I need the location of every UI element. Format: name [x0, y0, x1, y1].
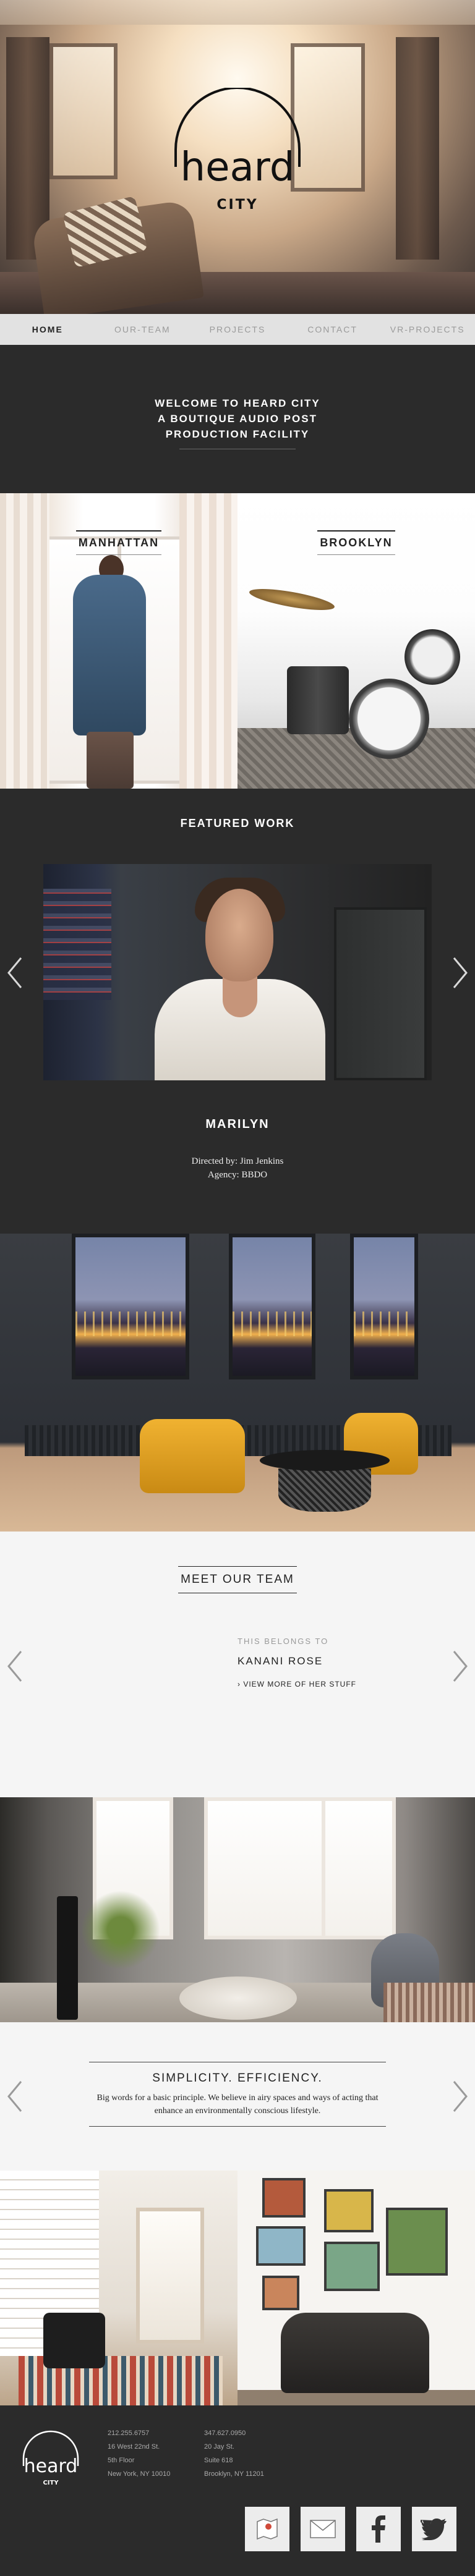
loft-photo — [0, 1797, 475, 2022]
person-photo — [73, 575, 146, 735]
logo[interactable]: heard CITY — [163, 88, 312, 224]
chevron-left-icon[interactable] — [6, 2079, 24, 2114]
chevron-right-icon[interactable] — [451, 955, 469, 990]
simplicity-heading: SIMPLICITY. EFFICIENCY. — [152, 2072, 323, 2085]
chevron-right-icon[interactable] — [451, 2079, 469, 2114]
project-title: MARILYN — [205, 1117, 270, 1131]
location-label-manhattan: MANHATTAN — [75, 530, 162, 555]
team-section: MEET OUR TEAM THIS BELONGS TO KANANI ROS… — [0, 1532, 475, 1797]
welcome-section: WELCOME TO HEARD CITY A BOUTIQUE AUDIO P… — [0, 345, 475, 493]
view-more-link[interactable]: › VIEW MORE OF HER STUFF — [238, 1680, 356, 1688]
chevron-left-icon[interactable] — [6, 955, 24, 990]
main-nav: HOME OUR-TEAM PROJECTS CONTACT VR-PROJEC… — [0, 314, 475, 345]
nav-item-home[interactable]: HOME — [0, 324, 95, 334]
lounge-photo — [0, 2171, 238, 2405]
twitter-icon[interactable] — [412, 2507, 456, 2551]
section-heading: FEATURED WORK — [180, 817, 295, 829]
simplicity-section: SIMPLICITY. EFFICIENCY. Big words for a … — [0, 2022, 475, 2171]
location-manhattan[interactable]: MANHATTAN — [0, 493, 238, 789]
map-icon[interactable] — [245, 2507, 289, 2551]
facebook-icon[interactable] — [356, 2507, 401, 2551]
project-agency: Agency: BBDO — [207, 1170, 268, 1180]
featured-work-section: FEATURED WORK MARILYN Directed by: Jim J… — [0, 789, 475, 1234]
nav-item-vr-projects[interactable]: VR-PROJECTS — [380, 324, 475, 334]
footer-address-manhattan: 212.255.6757 16 West 22nd St. 5th Floor … — [108, 2430, 171, 2478]
logo-sub: CITY — [216, 197, 258, 213]
page: heard CITY HOME OUR-TEAM PROJECTS CONTAC… — [0, 0, 475, 2576]
chevron-right-icon[interactable] — [451, 1649, 469, 1684]
office-photo — [0, 1234, 475, 1532]
logo-word: heard — [181, 145, 295, 190]
project-director: Directed by: Jim Jenkins — [191, 1156, 284, 1166]
hero-image: heard CITY — [0, 0, 475, 314]
mail-icon[interactable] — [301, 2507, 345, 2551]
drum-kit-photo — [349, 679, 429, 759]
location-brooklyn[interactable]: BROOKLYN — [238, 493, 475, 789]
footer-address-brooklyn: 347.627.0950 20 Jay St. Suite 618 Brookl… — [204, 2430, 264, 2478]
simplicity-body: Big words for a basic principle. We beli… — [96, 2093, 379, 2116]
featured-video[interactable] — [43, 864, 432, 1080]
team-heading: MEET OUR TEAM — [178, 1566, 297, 1593]
chevron-left-icon[interactable] — [6, 1649, 24, 1684]
svg-text:CITY: CITY — [43, 2480, 59, 2486]
nav-item-our-team[interactable]: OUR-TEAM — [95, 324, 190, 334]
location-label-brooklyn: BROOKLYN — [317, 530, 395, 555]
footer-logo[interactable]: heard CITY — [19, 2430, 83, 2492]
art-wall-photo — [238, 2171, 475, 2405]
welcome-text: WELCOME TO HEARD CITY A BOUTIQUE AUDIO P… — [155, 397, 320, 440]
hero-window — [49, 43, 118, 179]
footer: heard CITY 212.255.6757 16 West 22nd St.… — [0, 2405, 475, 2576]
team-member-name: KANANI ROSE — [238, 1655, 323, 1667]
nav-item-contact[interactable]: CONTACT — [285, 324, 380, 334]
team-belongs-label: THIS BELONGS TO — [238, 1637, 329, 1646]
svg-text:heard: heard — [24, 2455, 78, 2477]
nav-item-projects[interactable]: PROJECTS — [190, 324, 285, 334]
